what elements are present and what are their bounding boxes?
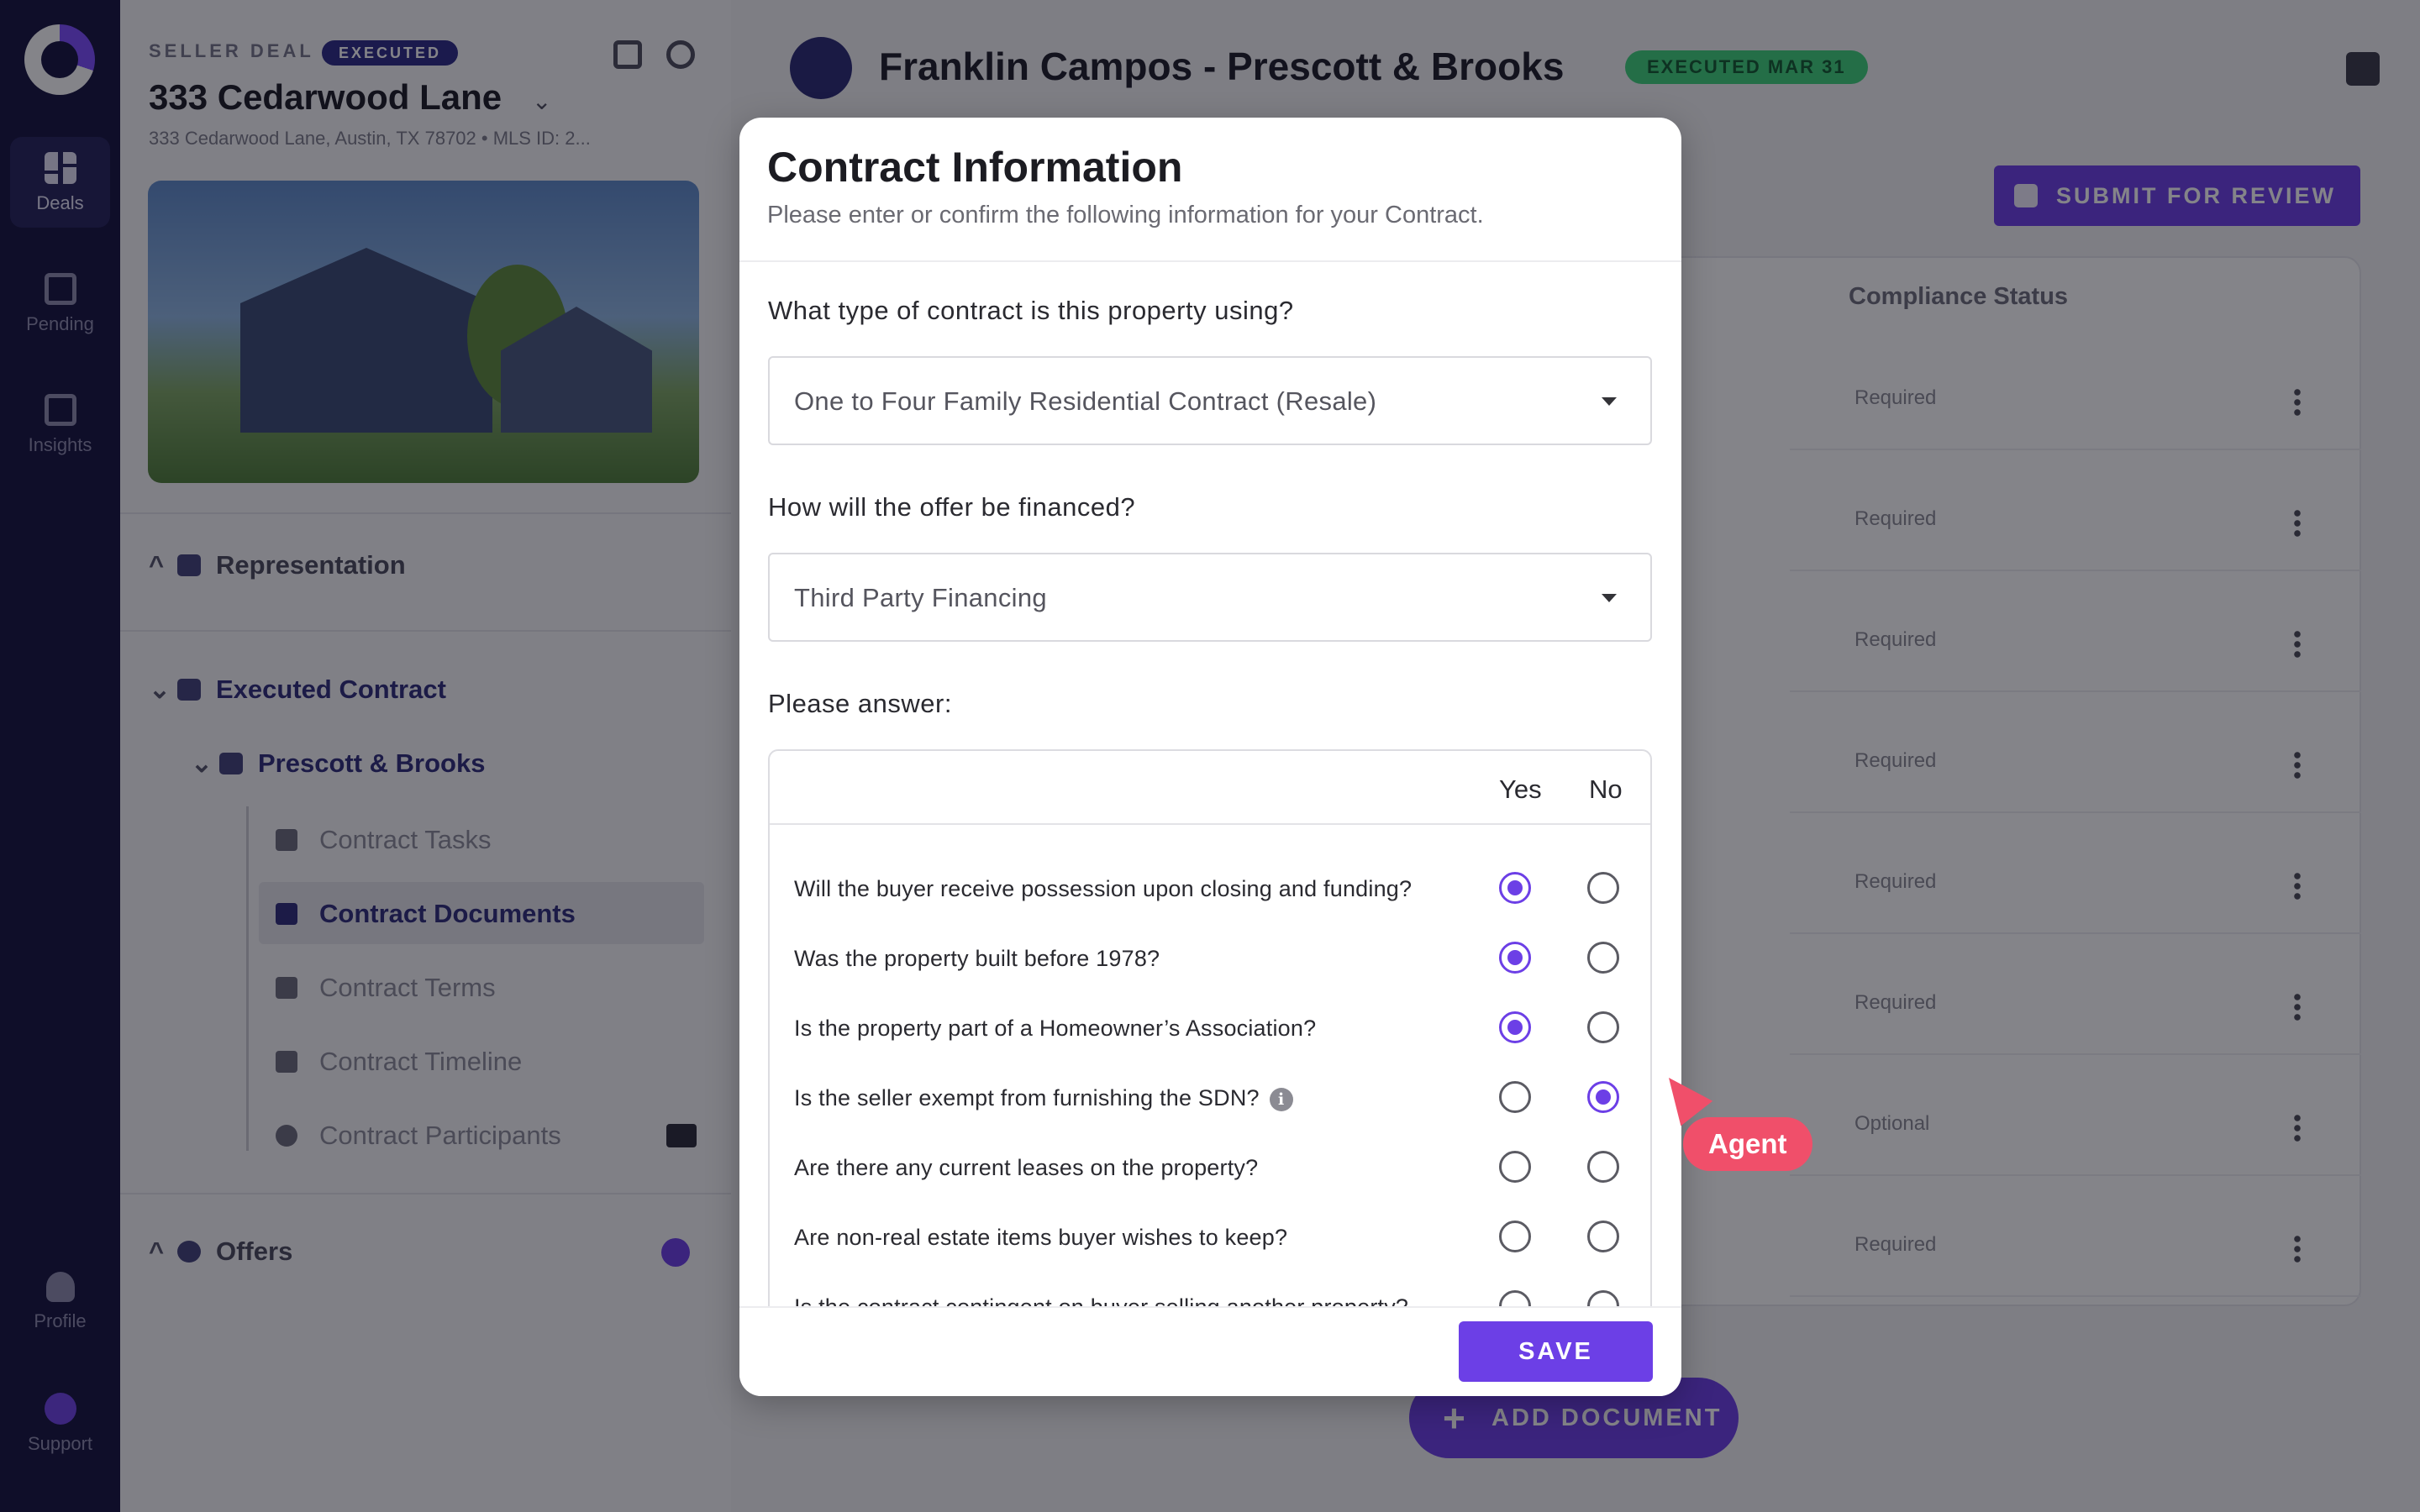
question-text: Was the property built before 1978? [794, 946, 1160, 972]
question-row: Are non-real estate items buyer wishes t… [770, 1202, 1650, 1271]
question-text: Is the seller exempt from furnishing the… [794, 1085, 1293, 1111]
agent-label: Agent [1683, 1117, 1812, 1171]
select-value: Third Party Financing [794, 583, 1047, 612]
please-answer-label: Please answer: [768, 689, 952, 718]
yes-column-header: Yes [1499, 774, 1542, 804]
radio-yes[interactable] [1499, 1221, 1531, 1252]
question-label: Is the seller exempt from furnishing the… [794, 1085, 1260, 1110]
contract-information-modal: Contract Information Please enter or con… [739, 118, 1681, 1396]
contract-type-question: What type of contract is this property u… [768, 296, 1294, 325]
modal-subtitle: Please enter or confirm the following in… [767, 202, 1484, 228]
question-label: Are there any current leases on the prop… [794, 1155, 1259, 1180]
select-value: One to Four Family Residential Contract … [794, 386, 1377, 416]
question-text: Is the property part of a Homeowner’s As… [794, 1016, 1316, 1042]
modal-footer: SAVE [739, 1306, 1681, 1396]
radio-no[interactable] [1587, 942, 1619, 974]
financing-question: How will the offer be financed? [768, 492, 1136, 522]
answers-table: Yes No Will the buyer receive possession… [768, 749, 1652, 1354]
caret-down-icon [1602, 594, 1617, 602]
no-column-header: No [1589, 774, 1623, 804]
question-text: Will the buyer receive possession upon c… [794, 876, 1412, 902]
info-icon[interactable]: i [1269, 1088, 1293, 1111]
divider [739, 260, 1681, 262]
question-row: Is the seller exempt from furnishing the… [770, 1063, 1650, 1131]
financing-select[interactable]: Third Party Financing [768, 553, 1652, 642]
question-row: Is the property part of a Homeowner’s As… [770, 993, 1650, 1062]
radio-no[interactable] [1587, 872, 1619, 904]
answers-header: Yes No [770, 751, 1650, 825]
radio-yes[interactable] [1499, 872, 1531, 904]
question-text: Are non-real estate items buyer wishes t… [794, 1225, 1287, 1251]
radio-no[interactable] [1587, 1151, 1619, 1183]
contract-type-select[interactable]: One to Four Family Residential Contract … [768, 356, 1652, 445]
question-label: Was the property built before 1978? [794, 946, 1160, 971]
question-row: Are there any current leases on the prop… [770, 1132, 1650, 1201]
radio-yes[interactable] [1499, 1081, 1531, 1113]
question-text: Are there any current leases on the prop… [794, 1155, 1258, 1181]
save-button[interactable]: SAVE [1459, 1321, 1653, 1382]
question-row: Was the property built before 1978? [770, 923, 1650, 992]
radio-no[interactable] [1587, 1221, 1619, 1252]
question-label: Is the property part of a Homeowner’s As… [794, 1016, 1317, 1041]
question-label: Are non-real estate items buyer wishes t… [794, 1225, 1288, 1250]
caret-down-icon [1602, 397, 1617, 406]
radio-yes[interactable] [1499, 1011, 1531, 1043]
radio-yes[interactable] [1499, 942, 1531, 974]
question-row: Will the buyer receive possession upon c… [770, 853, 1650, 922]
radio-no[interactable] [1587, 1081, 1619, 1113]
radio-yes[interactable] [1499, 1151, 1531, 1183]
radio-no[interactable] [1587, 1011, 1619, 1043]
modal-title: Contract Information [767, 144, 1183, 191]
question-label: Will the buyer receive possession upon c… [794, 876, 1413, 901]
